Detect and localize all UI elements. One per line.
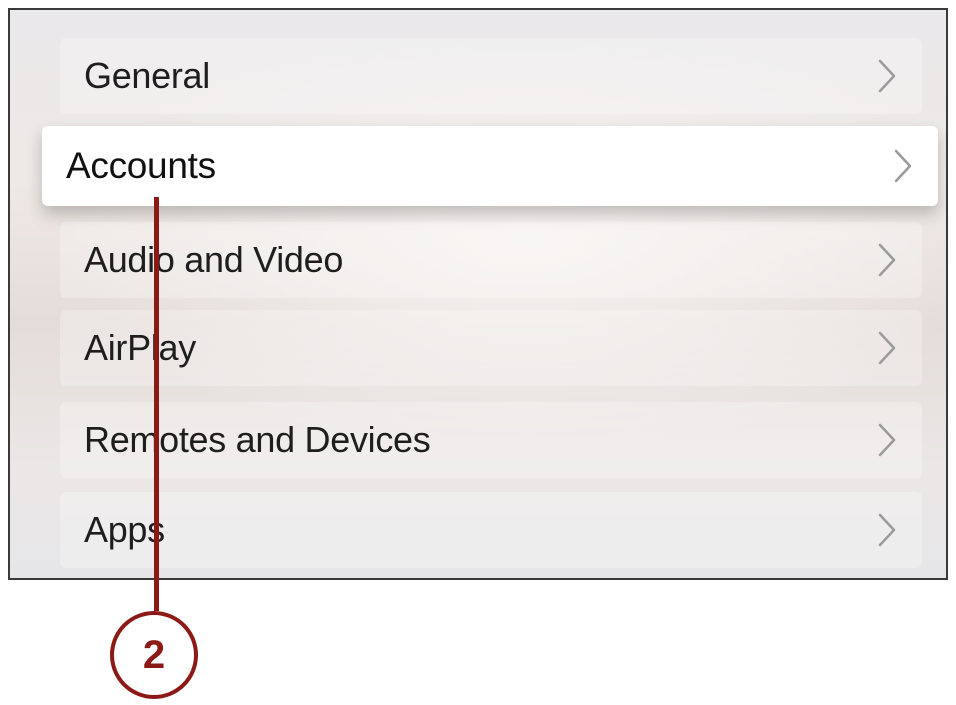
chevron-right-icon — [876, 420, 898, 460]
menu-item-accounts[interactable]: Accounts — [42, 126, 938, 206]
menu-item-label: General — [84, 55, 210, 96]
menu-item-airplay[interactable]: AirPlay — [60, 310, 922, 386]
settings-screen: General Accounts Audio and Video AirPlay — [8, 8, 948, 580]
chevron-right-icon — [876, 240, 898, 280]
menu-item-remotes-and-devices[interactable]: Remotes and Devices — [60, 402, 922, 478]
menu-item-audio-and-video[interactable]: Audio and Video — [60, 222, 922, 298]
menu-item-label: Apps — [84, 509, 165, 550]
callout-number: 2 — [142, 632, 166, 677]
menu-item-label: Remotes and Devices — [84, 419, 431, 460]
menu-item-label: Accounts — [66, 145, 216, 186]
menu-item-label: AirPlay — [84, 327, 196, 368]
chevron-right-icon — [876, 56, 898, 96]
chevron-right-icon — [876, 328, 898, 368]
callout-leader-line — [154, 197, 159, 611]
chevron-right-icon — [892, 146, 914, 186]
chevron-right-icon — [876, 510, 898, 550]
menu-item-label: Audio and Video — [84, 239, 344, 280]
callout-number-badge: 2 — [110, 611, 198, 699]
menu-item-general[interactable]: General — [60, 38, 922, 114]
menu-item-apps[interactable]: Apps — [60, 492, 922, 568]
settings-menu: General Accounts Audio and Video AirPlay — [10, 10, 946, 578]
